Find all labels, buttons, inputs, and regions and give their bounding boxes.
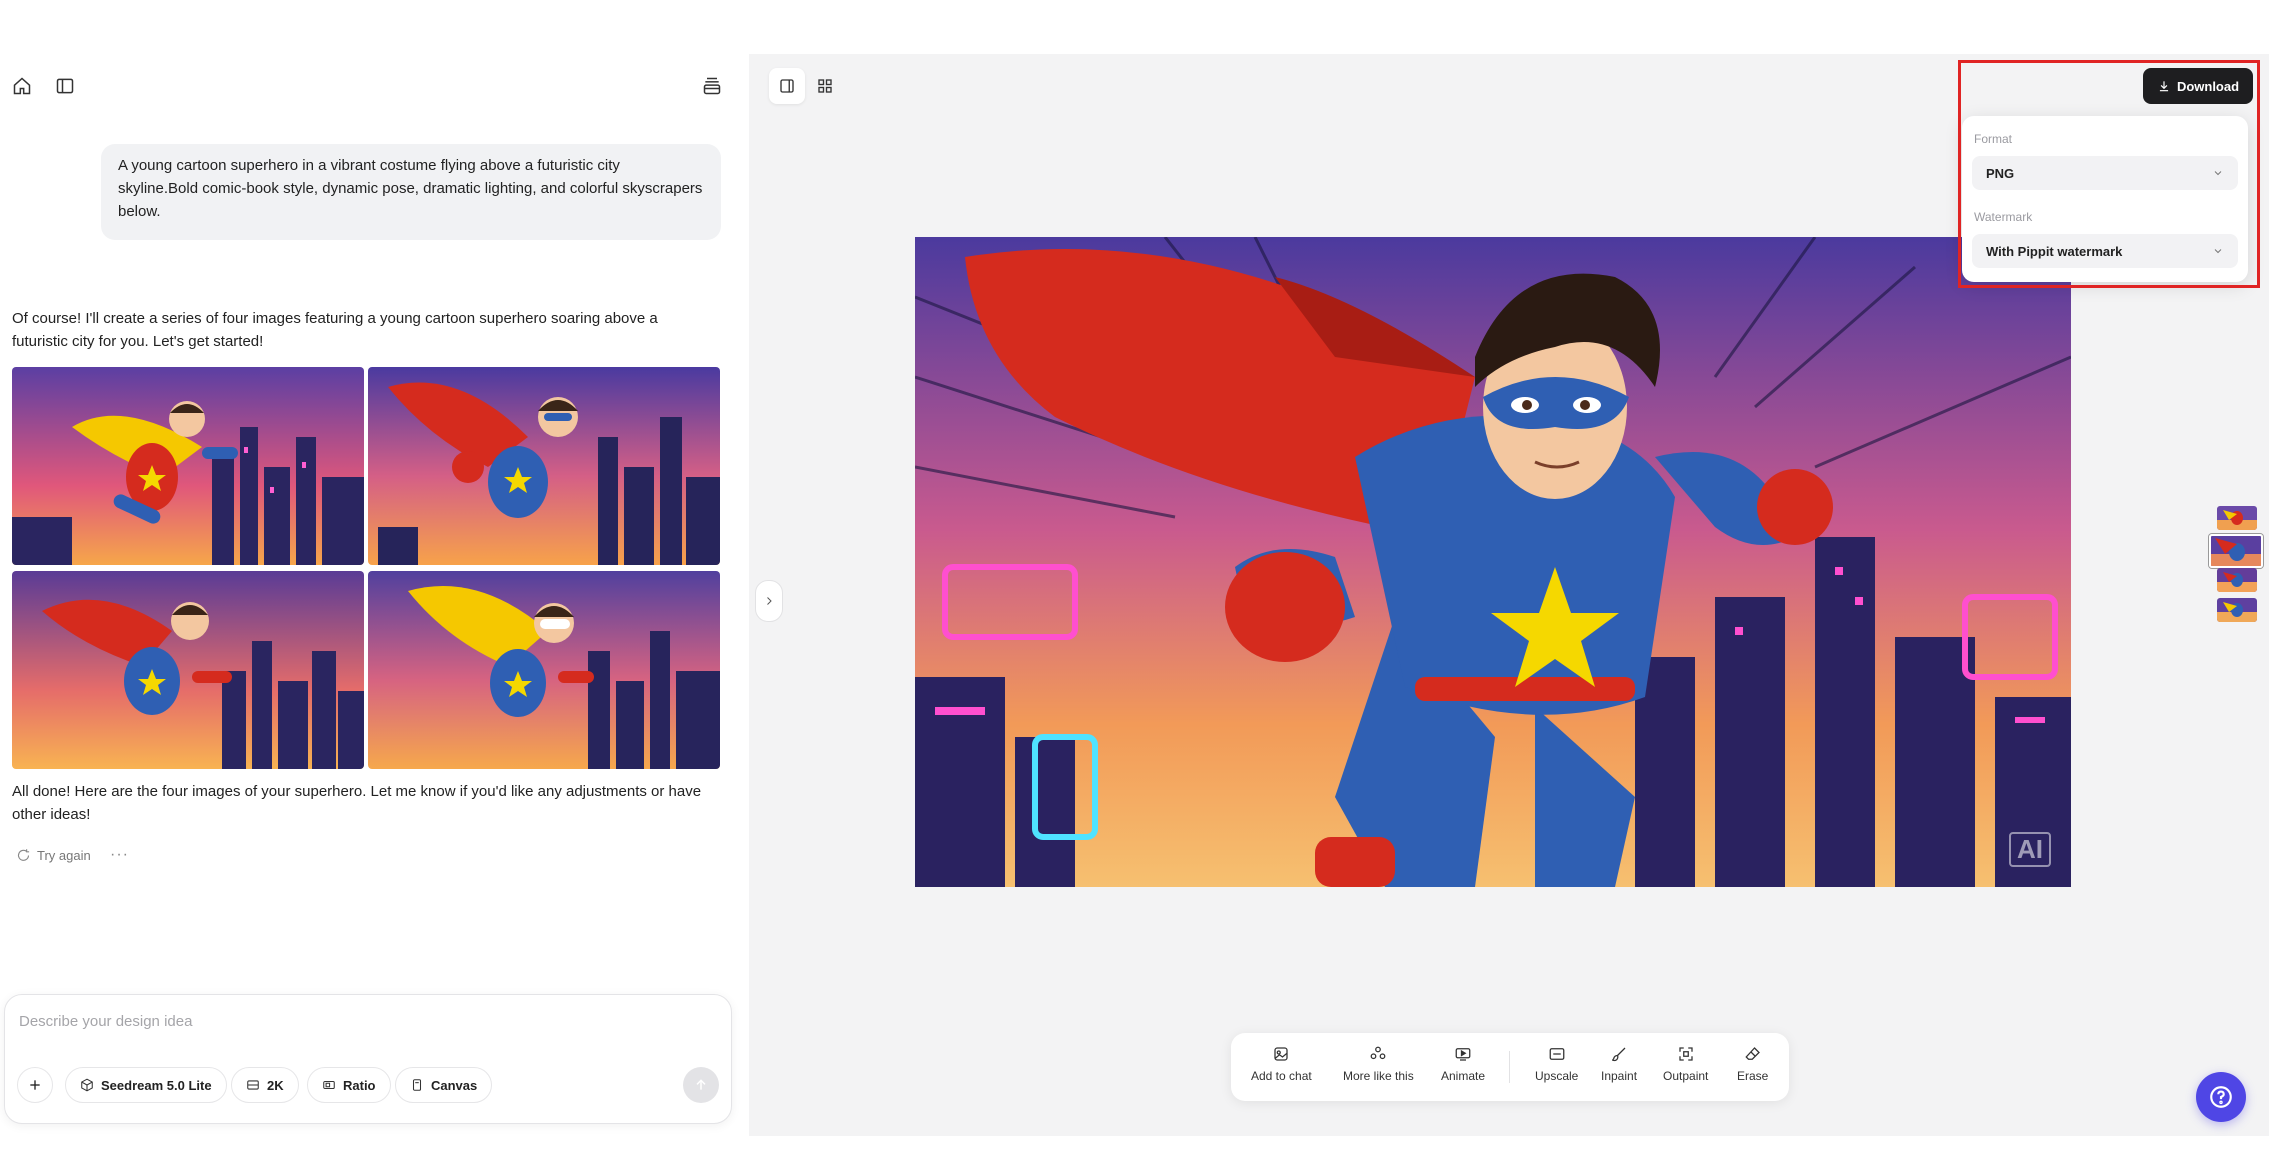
animate-label: Animate: [1441, 1069, 1486, 1083]
send-button[interactable]: [683, 1067, 719, 1103]
chevron-right-icon: [767, 597, 772, 605]
variations-icon: [1370, 1046, 1386, 1060]
more-like-this-label: More like this: [1343, 1069, 1414, 1083]
grid-view-icon: [818, 79, 832, 93]
chevron-down-icon: [2214, 249, 2222, 254]
chevron-down-icon: [2214, 171, 2222, 176]
eraser-icon: [1745, 1047, 1760, 1060]
result-image-4[interactable]: [368, 571, 720, 769]
canvas-icon: [412, 1079, 422, 1091]
single-view-button[interactable]: [769, 68, 805, 104]
try-again-label: Try again: [37, 848, 91, 863]
single-view-icon: [780, 79, 794, 93]
side-thumbnail-1[interactable]: [2217, 506, 2257, 530]
upscale-button[interactable]: Upscale: [1535, 1045, 1578, 1083]
design-idea-input[interactable]: [17, 1005, 701, 1037]
add-to-chat-label: Add to chat: [1251, 1069, 1312, 1083]
assistant-reply-intro: Of course! I'll create a series of four …: [12, 310, 658, 350]
canvas-selector[interactable]: Canvas: [395, 1067, 493, 1103]
refresh-icon: [17, 849, 30, 861]
help-button[interactable]: [2196, 1072, 2246, 1122]
side-thumbnail-4[interactable]: [2217, 598, 2257, 622]
animate-icon: [1455, 1048, 1471, 1061]
outpaint-label: Outpaint: [1663, 1069, 1709, 1083]
side-thumbnail-2[interactable]: [2209, 534, 2263, 568]
image-actions-toolbar: Add to chat More like this Animate Upsca…: [1231, 1033, 1789, 1101]
inpaint-button[interactable]: Inpaint: [1601, 1045, 1637, 1083]
inpaint-label: Inpaint: [1601, 1069, 1638, 1083]
add-to-chat-button[interactable]: Add to chat: [1251, 1045, 1312, 1083]
download-icon: [2159, 81, 2169, 92]
erase-button[interactable]: Erase: [1737, 1045, 1768, 1083]
upscale-icon: [1549, 1048, 1565, 1060]
model-selector[interactable]: Seedream 5.0 Lite: [65, 1067, 227, 1103]
ratio-selector[interactable]: Ratio: [307, 1067, 391, 1103]
download-label: Download: [2176, 78, 2240, 94]
arrow-up-icon: [696, 1079, 706, 1090]
resolution-icon: [247, 1080, 259, 1090]
cube-icon: [81, 1078, 93, 1092]
composer: Seedream 5.0 Lite 2K Ratio Canvas: [4, 994, 732, 1124]
model-label: Seedream 5.0 Lite: [101, 1077, 212, 1093]
upscale-label: Upscale: [1535, 1069, 1579, 1083]
resolution-label: 2K: [267, 1077, 284, 1093]
grid-view-button[interactable]: [807, 68, 843, 104]
resolution-selector[interactable]: 2K: [231, 1067, 299, 1103]
download-options-panel: Format PNG Watermark With Pippit waterma…: [1962, 116, 2248, 282]
ratio-label: Ratio: [343, 1077, 376, 1093]
chat-panel: A young cartoon superhero in a vibrant c…: [0, 0, 742, 1150]
result-image-1[interactable]: [12, 367, 364, 565]
result-image-grid: [12, 367, 720, 769]
animate-button[interactable]: Animate: [1441, 1045, 1485, 1083]
user-prompt-bubble: A young cartoon superhero in a vibrant c…: [101, 144, 721, 240]
watermark-label: Watermark: [1974, 210, 2033, 224]
add-image-icon: [1274, 1047, 1288, 1061]
canvas-label: Canvas: [431, 1077, 478, 1093]
selected-image-preview[interactable]: AI: [915, 237, 2071, 887]
watermark-select[interactable]: With Pippit watermark: [1972, 234, 2238, 268]
format-value: PNG: [1986, 165, 2015, 181]
result-image-3[interactable]: [12, 571, 364, 769]
erase-label: Erase: [1737, 1069, 1769, 1083]
result-image-2[interactable]: [368, 367, 720, 565]
assistant-reply-outro: All done! Here are the four images of yo…: [12, 783, 702, 823]
side-thumbnail-3[interactable]: [2217, 568, 2257, 592]
expand-panel-handle[interactable]: [755, 580, 783, 622]
plus-icon: [30, 1080, 40, 1090]
format-select[interactable]: PNG: [1972, 156, 2238, 190]
history-stack-icon[interactable]: [698, 72, 726, 100]
brush-icon: [1612, 1047, 1626, 1062]
sidebar-toggle-icon[interactable]: [51, 72, 79, 100]
ai-generated-badge: AI: [2009, 832, 2051, 867]
more-options-icon[interactable]: ···: [110, 846, 129, 864]
download-button[interactable]: Download: [2143, 68, 2253, 104]
toolbar-divider: [1509, 1051, 1510, 1083]
format-label: Format: [1974, 132, 2013, 146]
watermark-value: With Pippit watermark: [1986, 243, 2123, 259]
try-again-button[interactable]: Try again: [16, 848, 91, 863]
ratio-icon: [323, 1080, 335, 1090]
outpaint-button[interactable]: Outpaint: [1663, 1045, 1708, 1083]
home-icon[interactable]: [8, 72, 36, 100]
expand-icon: [1679, 1047, 1693, 1061]
add-attachment-button[interactable]: [17, 1067, 53, 1103]
question-icon: [2210, 1086, 2232, 1108]
more-like-this-button[interactable]: More like this: [1343, 1045, 1414, 1083]
